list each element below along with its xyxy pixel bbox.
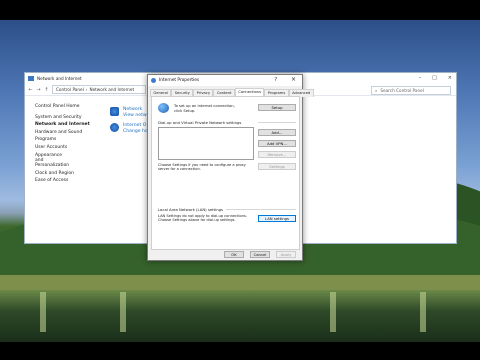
network-center-icon	[110, 107, 119, 116]
cancel-button[interactable]: Cancel	[250, 251, 270, 258]
section-divider	[226, 209, 296, 210]
cp-sidebar: Control Panel Home System and Security N…	[35, 103, 90, 185]
sidebar-item-user-accounts[interactable]: User Accounts	[35, 144, 90, 152]
globe-icon	[158, 103, 169, 113]
dialog-title: Internet Properties	[159, 78, 200, 83]
vpn-section-label: Dial-up and Virtual Private Network sett…	[158, 120, 242, 125]
sidebar-item-clock-region[interactable]: Clock and Region	[35, 170, 90, 178]
close-icon[interactable]: ×	[291, 76, 296, 83]
settings-button[interactable]: Settings	[258, 163, 296, 170]
maximize-icon[interactable]: □	[432, 75, 437, 81]
window-controls: – □ ×	[419, 75, 452, 81]
sidebar-item-home[interactable]: Control Panel Home	[35, 103, 90, 111]
back-arrow-icon[interactable]: ←	[28, 87, 33, 93]
cp-window-title: Network and Internet	[37, 76, 82, 81]
search-icon: ⌕	[375, 88, 378, 93]
address-bar[interactable]: Control Panel › Network and Internet	[52, 85, 146, 94]
apply-button[interactable]: Apply	[276, 251, 296, 258]
category-subtitle[interactable]: View netwo	[123, 113, 149, 119]
lan-description: LAN Settings do not apply to dial-up con…	[158, 214, 247, 223]
add-button[interactable]: Add...	[258, 129, 296, 136]
setup-button[interactable]: Setup	[258, 104, 296, 111]
setup-description: To set up an Internet connection, click …	[174, 104, 235, 113]
wallpaper-reflection	[330, 292, 336, 332]
search-input[interactable]: ⌕ Search Control Panel	[371, 86, 451, 95]
lan-section-label: Local Area Network (LAN) settings	[158, 207, 224, 212]
section-divider	[258, 122, 296, 123]
help-icon[interactable]: ?	[274, 77, 277, 83]
up-arrow-icon[interactable]: ↑	[44, 87, 49, 93]
sidebar-item-programs[interactable]: Programs	[35, 136, 90, 144]
internet-properties-dialog: Internet Properties ? × General Security…	[147, 74, 314, 261]
cp-category-network[interactable]: Network View netwo	[110, 107, 149, 119]
remove-button[interactable]: Remove...	[258, 151, 296, 158]
connections-panel: To set up an Internet connection, click …	[151, 96, 300, 250]
connections-list[interactable]	[158, 127, 254, 160]
ok-button[interactable]: OK	[224, 251, 244, 258]
cp-category-internet-options[interactable]: Internet O Change ho	[110, 123, 148, 135]
internet-options-icon	[151, 78, 156, 83]
dialog-titlebar: Internet Properties ? ×	[148, 75, 302, 86]
close-icon[interactable]: ×	[448, 75, 452, 81]
tab-connections[interactable]: Connections	[234, 88, 265, 96]
forward-arrow-icon[interactable]: →	[36, 87, 41, 93]
search-placeholder: Search Control Panel	[380, 88, 424, 93]
minimize-icon[interactable]: –	[419, 75, 422, 81]
sidebar-item-hardware-sound[interactable]: Hardware and Sound	[35, 129, 90, 137]
lan-settings-button[interactable]: LAN settings	[258, 215, 296, 222]
category-subtitle[interactable]: Change ho	[123, 129, 148, 135]
globe-icon	[110, 123, 119, 132]
dialog-footer: OK Cancel Apply	[224, 251, 296, 258]
proxy-description: Choose Settings if you need to configure…	[158, 163, 246, 172]
wallpaper-reflection	[40, 292, 46, 332]
breadcrumb-separator-icon: ›	[85, 87, 88, 92]
wallpaper-reflection	[120, 292, 126, 332]
sidebar-item-system-security[interactable]: System and Security	[35, 114, 90, 122]
add-vpn-button[interactable]: Add VPN...	[258, 140, 296, 147]
wallpaper-lake	[0, 290, 480, 342]
wallpaper-reflection	[420, 292, 426, 332]
control-panel-icon	[28, 76, 34, 81]
sidebar-item-network-internet[interactable]: Network and Internet	[35, 121, 90, 129]
sidebar-item-ease-of-access[interactable]: Ease of Access	[35, 177, 90, 185]
breadcrumb-network-internet[interactable]: Network and Internet	[89, 87, 134, 92]
sidebar-item-appearance[interactable]: Appearance and Personalization	[35, 153, 71, 169]
breadcrumb-control-panel[interactable]: Control Panel	[56, 87, 84, 92]
